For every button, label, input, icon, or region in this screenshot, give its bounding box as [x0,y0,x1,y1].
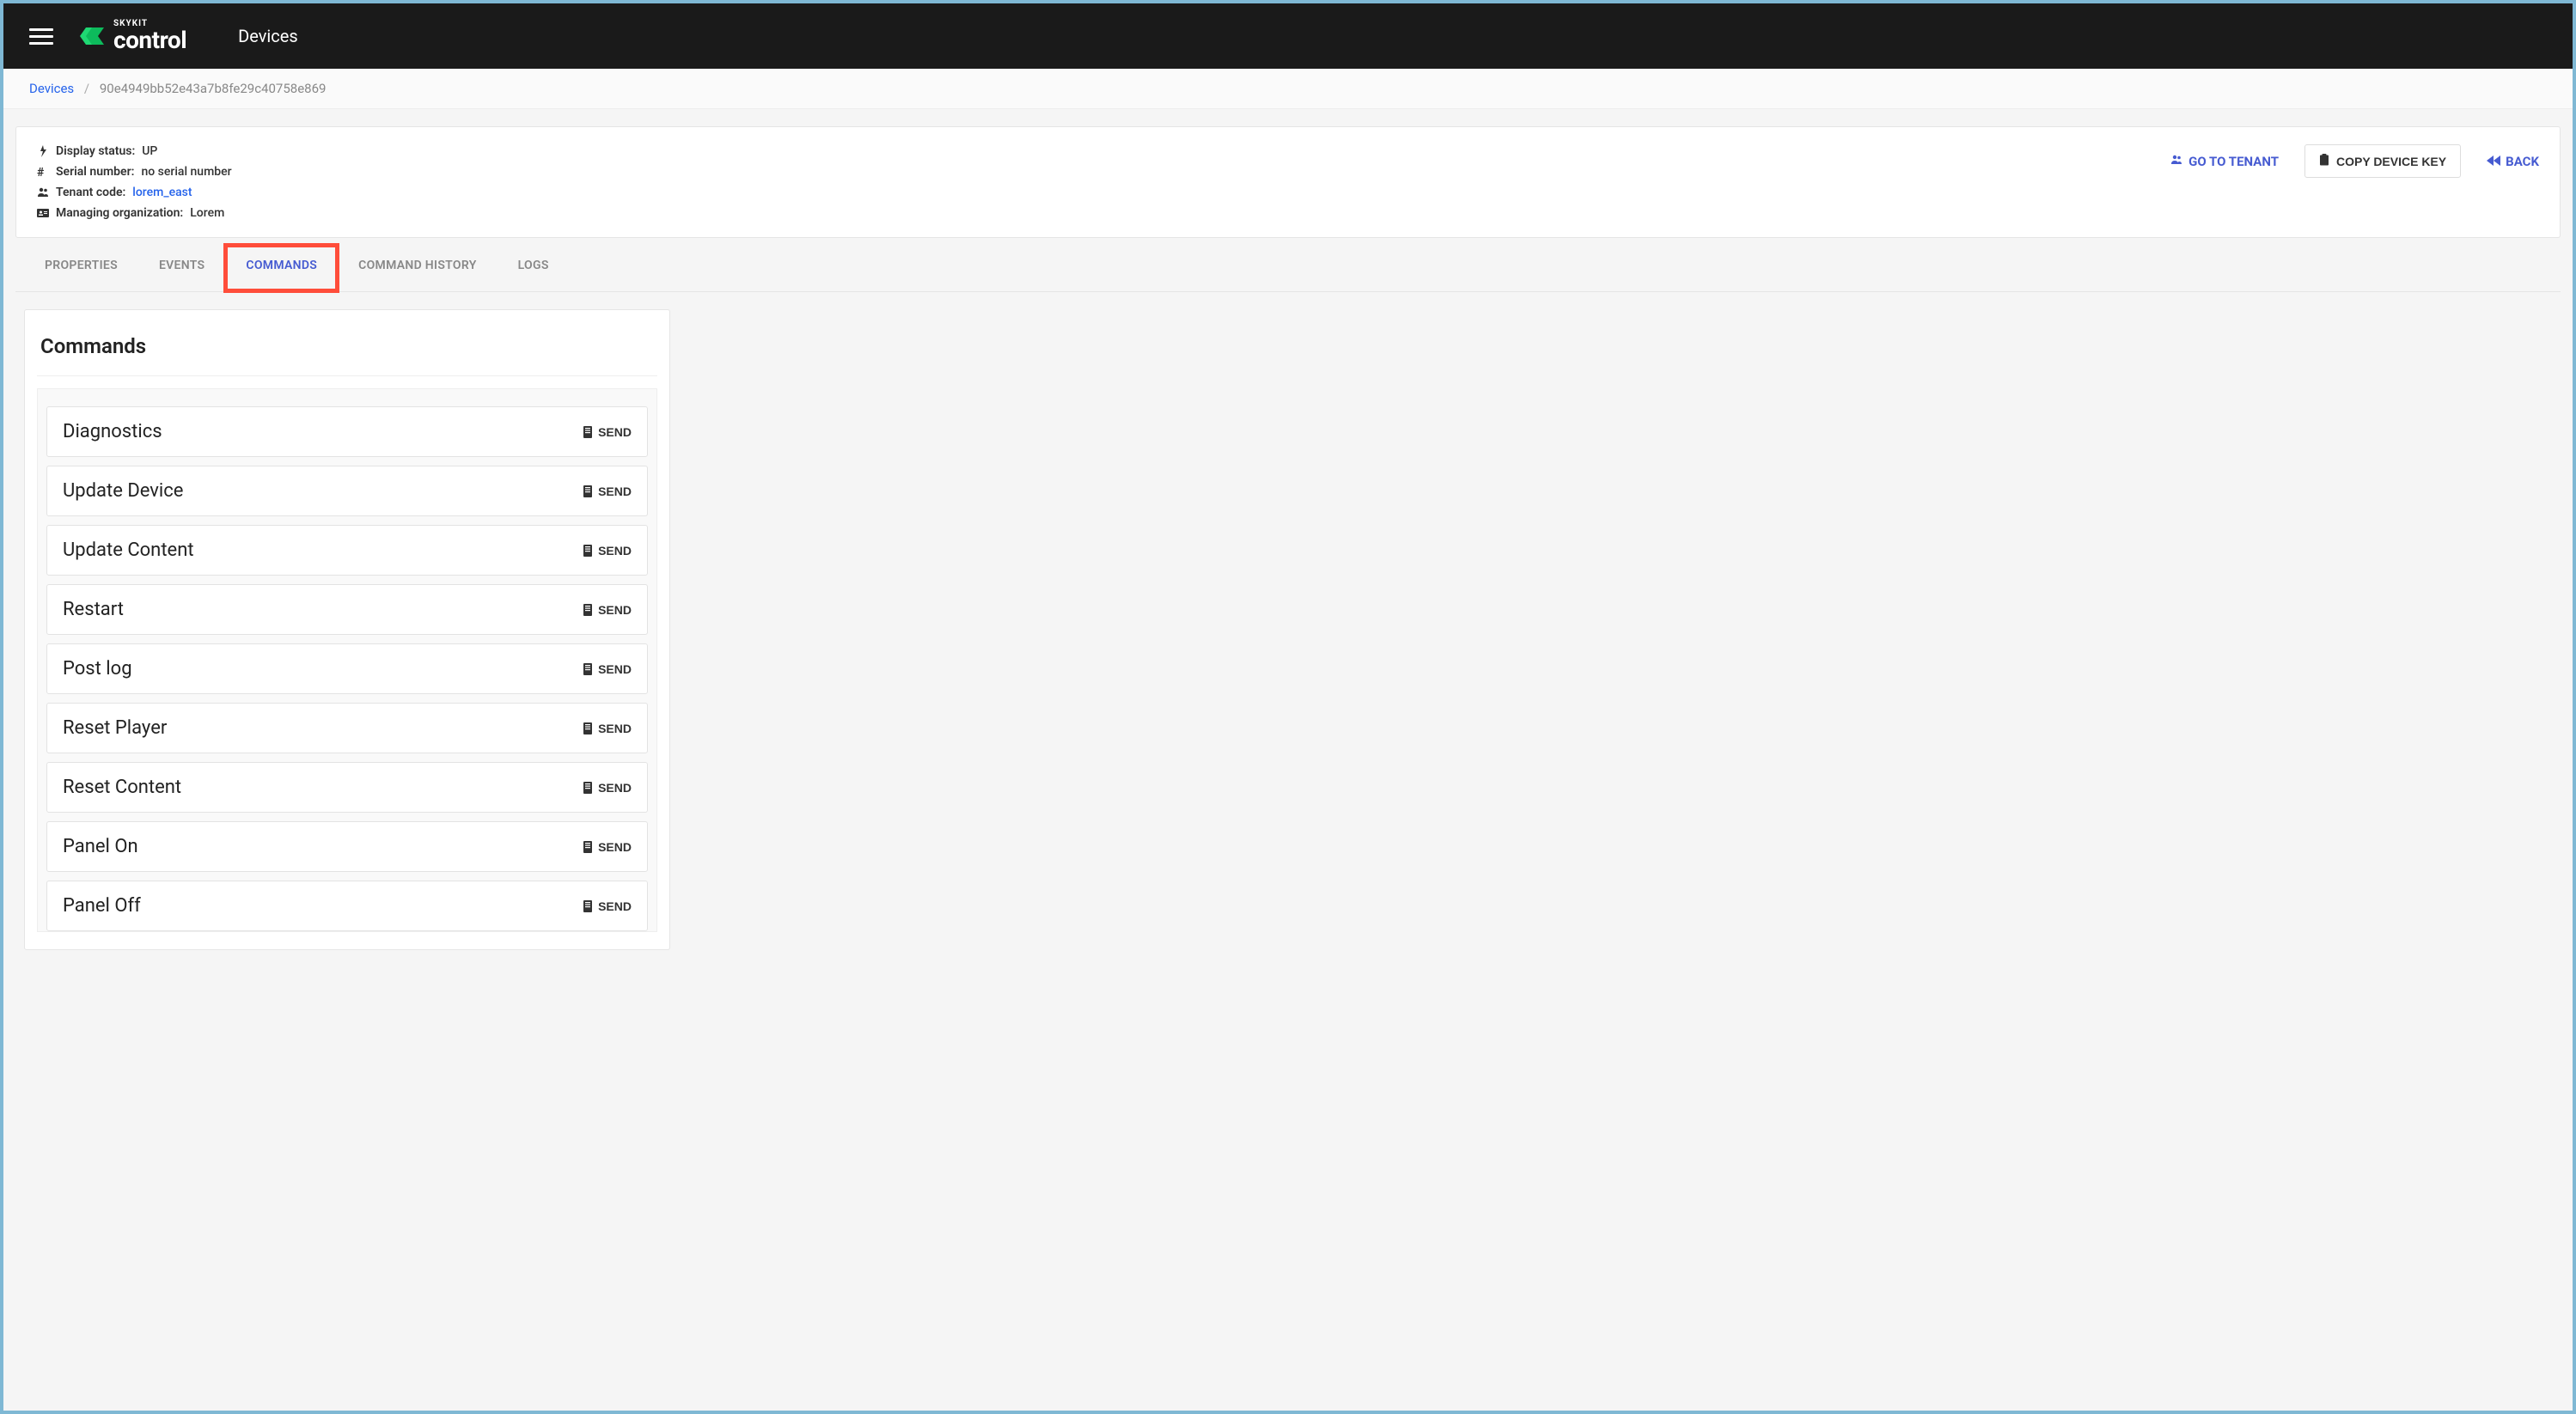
tab-logs[interactable]: LOGS [497,241,570,291]
device-icon [583,545,593,557]
command-item: Reset Player SEND [46,703,648,753]
send-button[interactable]: SEND [583,899,632,913]
logo[interactable]: SKYKIT control [79,20,186,52]
send-label: SEND [598,722,632,735]
users-icon [2170,154,2183,169]
device-info-card: Display status: UP # Serial number: no s… [15,126,2561,238]
serial-label: Serial number: [56,165,134,179]
send-button[interactable]: SEND [583,662,632,676]
command-item: Panel Off SEND [46,881,648,931]
device-icon [583,841,593,853]
send-button[interactable]: SEND [583,603,632,617]
send-button[interactable]: SEND [583,425,632,439]
display-status-row: Display status: UP [37,144,232,158]
tab-events[interactable]: EVENTS [138,241,225,291]
go-to-tenant-label: GO TO TENANT [2188,154,2279,169]
breadcrumb-current: 90e4949bb52e43a7b8fe29c40758e869 [100,81,327,96]
command-label: Panel Off [63,895,141,917]
command-label: Update Device [63,480,183,502]
back-label: BACK [2506,154,2539,169]
panel-title: Commands [37,320,657,376]
send-button[interactable]: SEND [583,840,632,854]
topbar: SKYKIT control Devices [3,3,2573,69]
hash-icon: # [37,166,49,178]
send-label: SEND [598,425,632,439]
send-label: SEND [598,662,632,676]
managing-value: Lorem [190,206,224,220]
managing-org-row: Managing organization: Lorem [37,206,232,220]
send-label: SEND [598,781,632,795]
rewind-icon [2487,154,2500,169]
send-button[interactable]: SEND [583,722,632,735]
breadcrumb-link-devices[interactable]: Devices [29,81,74,96]
command-item: Panel On SEND [46,821,648,872]
brand-big: control [113,26,186,54]
device-icon [583,485,593,497]
command-label: Reset Content [63,777,181,798]
device-icon [583,663,593,675]
command-item: Update Device SEND [46,466,648,516]
tab-commands[interactable]: COMMANDS [225,241,338,291]
device-icon [583,722,593,734]
copy-device-key-label: COPY DEVICE KEY [2336,155,2446,168]
breadcrumb: Devices / 90e4949bb52e43a7b8fe29c40758e8… [3,69,2573,109]
send-button[interactable]: SEND [583,781,632,795]
commands-panel: Commands Diagnostics SEND Update Device SEN… [24,309,670,950]
command-item: Diagnostics SEND [46,406,648,457]
managing-label: Managing organization: [56,206,183,220]
go-to-tenant-button[interactable]: GO TO TENANT [2170,154,2279,169]
svg-text:#: # [37,166,45,178]
display-status-label: Display status: [56,144,135,158]
command-item: Restart SEND [46,584,648,635]
device-icon [583,604,593,616]
send-button[interactable]: SEND [583,544,632,558]
device-icon [583,900,593,912]
command-item: Reset Content SEND [46,762,648,813]
clipboard-icon [2319,154,2329,168]
menu-icon[interactable] [29,24,53,48]
command-label: Update Content [63,539,194,561]
logo-icon [79,23,105,49]
command-label: Restart [63,599,124,620]
copy-device-key-button[interactable]: COPY DEVICE KEY [2304,144,2461,178]
display-status-value: UP [142,144,157,158]
id-card-icon [37,207,49,219]
back-button[interactable]: BACK [2487,154,2539,169]
command-item: Post log SEND [46,643,648,694]
breadcrumb-separator: / [84,81,89,96]
send-label: SEND [598,840,632,854]
tenant-link[interactable]: lorem_east [132,186,192,199]
command-label: Reset Player [63,717,167,739]
users-icon [37,186,49,198]
serial-value: no serial number [141,165,231,179]
serial-number-row: # Serial number: no serial number [37,165,232,179]
command-list: DiagnosticsSENDUpdate DeviceSENDUpdate C… [37,388,657,932]
tabs: PROPERTIESEVENTSCOMMANDSCOMMAND HISTORYL… [15,241,2561,292]
command-label: Diagnostics [63,421,162,442]
send-label: SEND [598,899,632,913]
send-label: SEND [598,603,632,617]
device-icon [583,426,593,438]
tenant-code-row: Tenant code: lorem_east [37,186,232,199]
tab-properties[interactable]: PROPERTIES [24,241,138,291]
page-title: Devices [238,26,298,46]
send-label: SEND [598,544,632,558]
bolt-icon [37,145,49,157]
send-label: SEND [598,485,632,498]
device-icon [583,782,593,794]
tab-command-history[interactable]: COMMAND HISTORY [338,241,497,291]
command-label: Panel On [63,836,138,857]
command-label: Post log [63,658,132,680]
send-button[interactable]: SEND [583,485,632,498]
command-item: Update Content SEND [46,525,648,576]
tenant-label: Tenant code: [56,186,125,199]
